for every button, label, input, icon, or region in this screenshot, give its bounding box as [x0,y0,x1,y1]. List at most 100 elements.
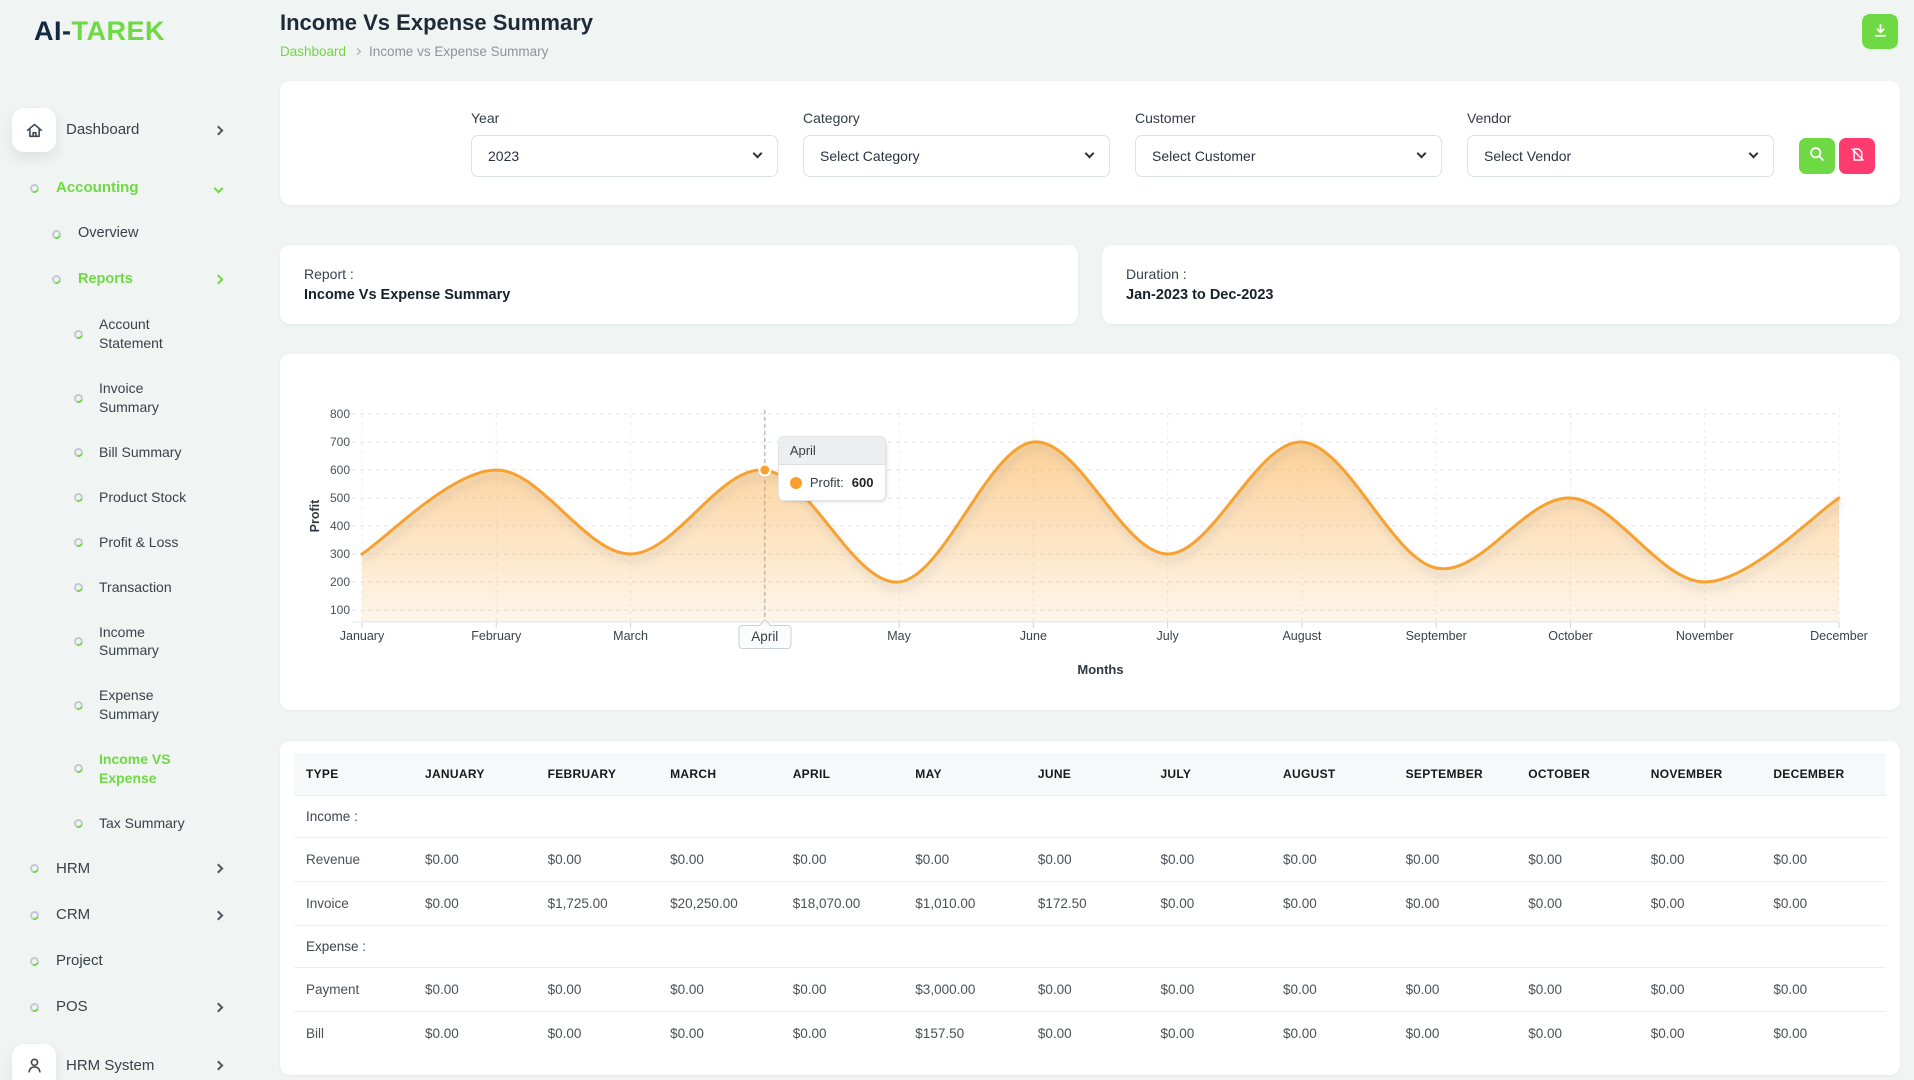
y-tick-label: 100 [330,603,350,617]
x-axis-title: Months [1077,662,1123,677]
customer-select[interactable]: Select Customer [1135,135,1442,177]
amount-cell: $0.00 [1518,838,1641,882]
amount-cell: $0.00 [1763,1012,1886,1056]
breadcrumb-dashboard-link[interactable]: Dashboard [280,44,346,59]
sidebar-item-account-statement[interactable]: Account Statement [0,302,248,366]
sidebar-item-bill-summary[interactable]: Bill Summary [0,430,248,475]
amount-cell: $0.00 [783,838,906,882]
chevron-right-icon [214,910,224,920]
column-header-september: SEPTEMBER [1396,753,1519,796]
april-data-point[interactable] [759,465,770,476]
sidebar-nav: DashboardAccountingOverviewReports Accoun… [0,95,248,1080]
sidebar-item-label: HRM [56,859,90,879]
sidebar-item-income-summary[interactable]: Income Summary [0,610,248,674]
sidebar-item-income-vs-expense[interactable]: Income VS Expense [0,737,248,801]
category-label: Category [803,110,1110,126]
series-dot-icon [790,477,802,489]
download-icon [1871,21,1890,43]
sidebar-item-transaction[interactable]: Transaction [0,565,248,610]
sidebar-item-label: Tax Summary [99,814,185,833]
bullet-icon [29,909,41,921]
apply-filter-button[interactable] [1799,138,1835,174]
amount-cell: $20,250.00 [660,882,783,926]
bullet-icon [51,274,63,286]
sidebar-item-reports[interactable]: Reports [0,257,248,303]
amount-cell: $3,000.00 [905,968,1028,1012]
x-tick-label: August [1282,629,1321,643]
column-header-december: DECEMBER [1763,753,1886,796]
category-select[interactable]: Select Category [803,135,1110,177]
page-header: Income Vs Expense Summary Dashboard Inco… [280,8,1900,59]
profit-area-chart[interactable]: 800700600500400300200100JanuaryFebruaryM… [304,386,1876,686]
filter-card: Year 2023 Category Select Category Custo… [280,81,1900,205]
duration-label: Duration : [1126,266,1876,282]
x-tick-label: January [340,629,385,643]
year-select[interactable]: 2023 [471,135,778,177]
section-row-expense: Expense : [294,926,1886,968]
summary-table-card: TYPEJANUARYFEBRUARYMARCHAPRILMAYJUNEJULY… [280,741,1900,1075]
amount-cell: $0.00 [1396,838,1519,882]
amount-cell: $0.00 [1641,882,1764,926]
duration-value: Jan-2023 to Dec-2023 [1126,287,1876,303]
sidebar-item-label: CRM [56,905,90,925]
sidebar-item-label: HRM System [66,1056,154,1076]
sidebar-item-overview[interactable]: Overview [0,211,248,257]
amount-cell: $0.00 [660,838,783,882]
x-tick-label: December [1810,629,1868,643]
bullet-icon [29,955,41,967]
sidebar-item-pos[interactable]: POS [0,984,248,1030]
category-select-value: Select Category [820,148,920,164]
amount-cell: $0.00 [1273,882,1396,926]
column-header-march: MARCH [660,753,783,796]
logo-part-dark: AI- [34,16,72,46]
amount-cell: $0.00 [1273,1012,1396,1056]
download-report-button[interactable] [1862,14,1898,49]
sidebar-item-label: Expense Summary [99,686,205,724]
chevron-right-icon [214,1061,224,1071]
customer-label: Customer [1135,110,1442,126]
y-tick-label: 500 [330,491,350,505]
app-logo[interactable]: AI-TAREK [0,0,248,95]
customer-field: Customer Select Customer [1135,110,1442,177]
sidebar-item-profit-loss[interactable]: Profit & Loss [0,520,248,565]
tooltip-value: 600 [852,475,874,490]
x-tick-label: March [613,629,648,643]
vendor-select[interactable]: Select Vendor [1467,135,1774,177]
amount-cell: $0.00 [1150,968,1273,1012]
chevron-down-icon [1417,149,1427,159]
sidebar-item-product-stock[interactable]: Product Stock [0,475,248,520]
column-header-april: APRIL [783,753,906,796]
amount-cell: $0.00 [1396,882,1519,926]
chevron-down-icon [753,149,763,159]
amount-cell: $0.00 [1028,1012,1151,1056]
main-content: Income Vs Expense Summary Dashboard Inco… [248,0,1914,1075]
clear-filter-button[interactable] [1839,138,1875,174]
filter-row: Year 2023 Category Select Category Custo… [471,110,1875,177]
column-header-january: JANUARY [415,753,538,796]
sidebar-item-label: POS [56,997,88,1017]
sidebar-item-dashboard[interactable]: Dashboard [0,95,248,165]
sidebar-item-expense-summary[interactable]: Expense Summary [0,673,248,737]
amount-cell: $1,010.00 [905,882,1028,926]
sidebar-item-invoice-summary[interactable]: Invoice Summary [0,366,248,430]
report-info-row: Report : Income Vs Expense Summary Durat… [280,245,1900,324]
sidebar-item-project[interactable]: Project [0,938,248,984]
x-tick-label: June [1020,629,1047,643]
filter-buttons [1799,138,1875,174]
sidebar-item-accounting[interactable]: Accounting [0,165,248,211]
sidebar-item-crm[interactable]: CRM [0,892,248,938]
row-type-label: Revenue [294,838,415,882]
sidebar-item-label: Bill Summary [99,443,181,462]
sidebar-item-label: Account Statement [99,315,205,353]
bullet-icon [73,581,85,593]
amount-cell: $0.00 [1763,882,1886,926]
sidebar-item-tax-summary[interactable]: Tax Summary [0,801,248,846]
column-header-type: TYPE [294,753,415,796]
sidebar-item-hrm[interactable]: HRM [0,846,248,892]
bullet-icon [73,328,85,340]
amount-cell: $157.50 [905,1012,1028,1056]
column-header-november: NOVEMBER [1641,753,1764,796]
chart-canvas: 800700600500400300200100JanuaryFebruaryM… [304,386,1876,686]
sidebar-item-hrm-system[interactable]: HRM System [0,1031,248,1080]
year-label: Year [471,110,778,126]
